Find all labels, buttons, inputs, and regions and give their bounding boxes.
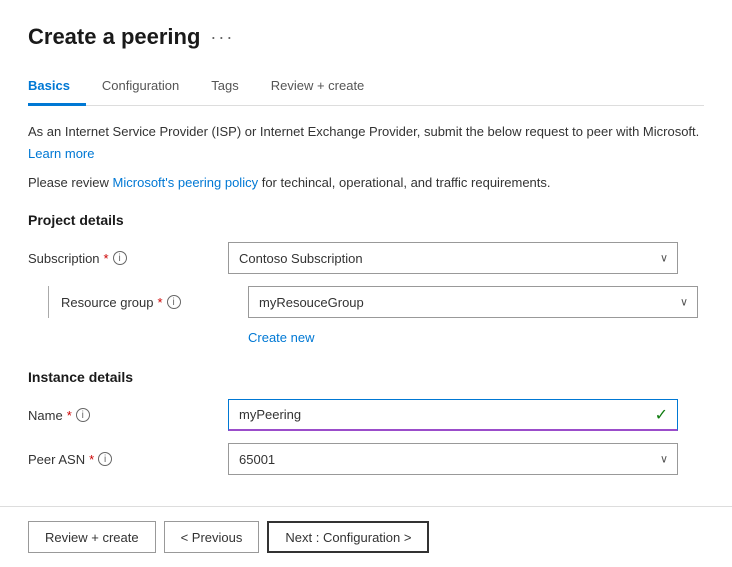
peer-asn-select[interactable]: 65001 <box>228 443 678 475</box>
review-create-button[interactable]: Review + create <box>28 521 156 553</box>
name-info-icon[interactable]: i <box>76 408 90 422</box>
page-title: Create a peering <box>28 24 200 50</box>
ellipsis-menu-icon[interactable]: ··· <box>210 27 234 48</box>
page-header: Create a peering ··· <box>28 24 704 50</box>
peering-policy-link[interactable]: Microsoft's peering policy <box>113 175 259 190</box>
subscription-row: Subscription * i Contoso Subscription <box>28 242 704 274</box>
resource-group-required: * <box>158 295 163 310</box>
project-details-section: Project details Subscription * i Contoso… <box>28 212 704 345</box>
subscription-required: * <box>104 251 109 266</box>
name-label: Name * i <box>28 408 228 423</box>
name-required: * <box>67 408 72 423</box>
peer-asn-required: * <box>89 452 94 467</box>
peer-asn-select-wrapper: 65001 <box>228 443 678 475</box>
next-configuration-button[interactable]: Next : Configuration > <box>267 521 429 553</box>
tab-review-create[interactable]: Review + create <box>271 70 381 106</box>
peer-asn-label: Peer ASN * i <box>28 452 228 467</box>
subscription-select-wrapper: Contoso Subscription <box>228 242 678 274</box>
name-control: ✓ <box>228 399 678 431</box>
peer-asn-row: Peer ASN * i 65001 <box>28 443 704 475</box>
resource-group-select[interactable]: myResouceGroup <box>248 286 698 318</box>
name-row: Name * i ✓ <box>28 399 704 431</box>
peer-asn-control: 65001 <box>228 443 678 475</box>
name-input-wrapper: ✓ <box>228 399 678 431</box>
info-main-text: As an Internet Service Provider (ISP) or… <box>28 122 704 142</box>
name-check-icon: ✓ <box>655 405 668 425</box>
previous-button[interactable]: < Previous <box>164 521 260 553</box>
subscription-select[interactable]: Contoso Subscription <box>228 242 678 274</box>
resource-group-info-icon[interactable]: i <box>167 295 181 309</box>
resource-group-control: myResouceGroup <box>248 286 698 318</box>
resource-group-row: Resource group * i myResouceGroup <box>48 286 704 318</box>
footer: Review + create < Previous Next : Config… <box>0 506 732 567</box>
subscription-label: Subscription * i <box>28 251 228 266</box>
instance-details-header: Instance details <box>28 369 704 385</box>
subscription-info-icon[interactable]: i <box>113 251 127 265</box>
subscription-control: Contoso Subscription <box>228 242 678 274</box>
tab-bar: Basics Configuration Tags Review + creat… <box>28 70 704 106</box>
resource-group-label-container: Resource group * i <box>48 286 248 318</box>
create-new-link[interactable]: Create new <box>248 330 314 345</box>
tab-tags[interactable]: Tags <box>211 70 254 106</box>
name-input[interactable] <box>228 399 678 431</box>
peer-asn-info-icon[interactable]: i <box>98 452 112 466</box>
project-details-header: Project details <box>28 212 704 228</box>
policy-text: Please review Microsoft's peering policy… <box>28 173 704 193</box>
tab-basics[interactable]: Basics <box>28 70 86 106</box>
tab-configuration[interactable]: Configuration <box>102 70 195 106</box>
learn-more-link[interactable]: Learn more <box>28 146 94 161</box>
instance-details-section: Instance details Name * i ✓ Peer ASN * i <box>28 369 704 475</box>
resource-group-select-wrapper: myResouceGroup <box>248 286 698 318</box>
